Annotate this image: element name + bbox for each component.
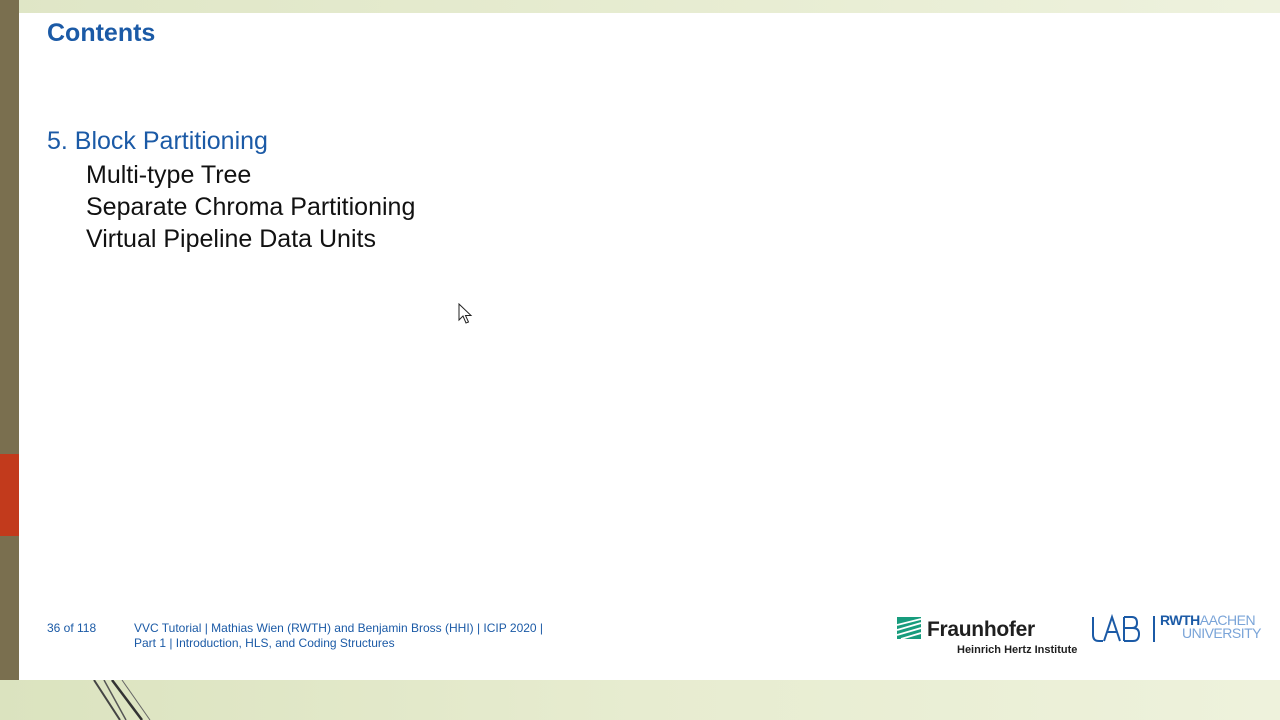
toc-item[interactable]: Multi-type Tree [86,159,415,191]
fraunhofer-name: Fraunhofer [927,618,1035,641]
bottom-decor-band [0,680,1280,720]
top-decor-strip [0,0,1280,13]
toc-list: Multi-type Tree Separate Chroma Partitio… [86,159,415,255]
fraunhofer-subtitle: Heinrich Hertz Institute [957,644,1078,656]
footer-info-line-2: Part 1 | Introduction, HLS, and Coding S… [134,636,395,650]
section-heading: 5. Block Partitioning [47,127,268,155]
slide-title: Contents [47,19,156,47]
left-decor-bar [0,0,19,720]
rwth-logo: RWTHAACHEN UNIVERSITY [1160,613,1265,646]
bottom-decor-lines [93,680,151,720]
toc-item[interactable]: Virtual Pipeline Data Units [86,223,415,255]
rwth-divider [1153,616,1155,642]
mouse-cursor-icon [458,303,473,324]
footer-info-line-1: VVC Tutorial | Mathias Wien (RWTH) and B… [134,621,544,635]
uab-logo-icon [1092,613,1141,642]
toc-item[interactable]: Separate Chroma Partitioning [86,191,415,223]
fraunhofer-logo-icon [897,617,921,639]
university-text: UNIVERSITY [1181,625,1262,641]
fraunhofer-logo: Fraunhofer Heinrich Hertz Institute [897,615,1087,660]
left-accent-bar [0,454,19,536]
page-number: 36 of 118 [47,621,97,635]
